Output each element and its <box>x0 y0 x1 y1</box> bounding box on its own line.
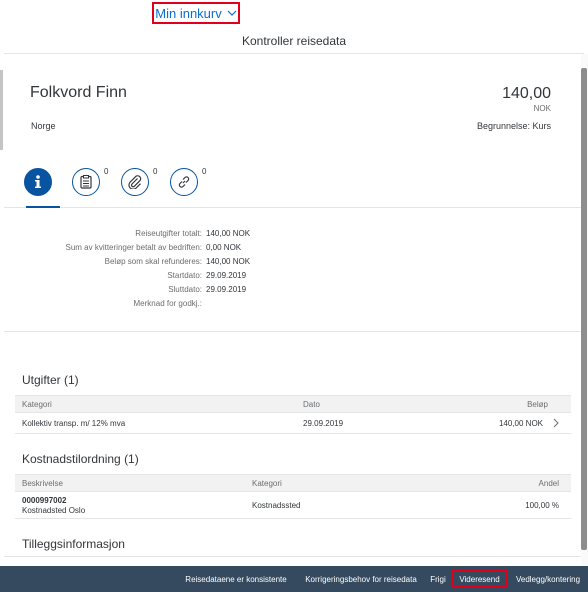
correction-needed-button[interactable]: Korrigeringsbehov for reisedata <box>298 570 424 588</box>
info-value: 140,00 NOK <box>206 257 251 266</box>
cost-object-share: 100,00 % <box>525 501 559 510</box>
forward-button[interactable]: Videresend <box>452 570 507 588</box>
cost-assignment-table-header: Beskrivelse Kategori Andel <box>15 474 571 492</box>
tab-links-count: 0 <box>202 167 207 176</box>
tab-receipts-count: 0 <box>104 167 109 176</box>
cost-assignment-title: Kostnadstilordning (1) <box>22 452 139 466</box>
cost-object-category: Kostnadssted <box>252 501 301 510</box>
page-header: Kontroller reisedata <box>4 28 584 54</box>
object-amount: 140,00 <box>502 85 551 102</box>
left-scroll-indicator <box>0 70 3 150</box>
footer-toolbar: Reisedataene er konsistente Korrigerings… <box>0 566 588 592</box>
column-header: Beløp <box>527 400 548 409</box>
info-row-start-date: Startdato: 29.09.2019 <box>4 271 581 284</box>
info-label: Startdato: <box>167 271 202 280</box>
tab-receipts[interactable]: 0 <box>72 167 108 196</box>
receipt-icon <box>80 175 92 189</box>
top-bar: Min innkurv <box>0 0 588 28</box>
table-row[interactable]: Kollektiv transp. m/ 12% mva 29.09.2019 … <box>15 413 571 434</box>
vertical-scrollbar[interactable] <box>581 54 588 566</box>
tab-attachments-count: 0 <box>153 167 158 176</box>
chevron-down-icon <box>227 10 237 16</box>
section-divider <box>4 331 581 332</box>
info-value: 140,00 NOK <box>206 229 251 238</box>
info-icon <box>31 174 45 190</box>
expense-date: 29.09.2019 <box>303 419 344 428</box>
attachment-account-button[interactable]: Vedlegg/kontering <box>510 570 586 588</box>
expenses-table-header: Kategori Dato Beløp <box>15 395 571 413</box>
column-header: Dato <box>303 400 320 409</box>
scrollbar-thumb[interactable] <box>581 68 587 550</box>
info-label: Reiseutgifter totalt: <box>135 229 202 238</box>
data-consistent-button[interactable]: Reisedataene er konsistente <box>178 570 294 588</box>
object-title: Folkvord Finn <box>30 84 127 101</box>
info-value: 29.09.2019 <box>206 271 247 280</box>
cost-object-code: 0000997002 <box>22 496 67 505</box>
table-row[interactable]: 0000997002 Kostnadsted Oslo Kostnadssted… <box>15 492 571 519</box>
info-row-approver-note: Merknad for godkj.: <box>4 299 581 312</box>
icon-tab-bar: 0 0 0 <box>4 150 581 208</box>
chevron-right-icon <box>553 418 559 428</box>
menu-label: Min innkurv <box>155 5 222 21</box>
info-value: 29.09.2019 <box>206 285 247 294</box>
expense-category: Kollektiv transp. m/ 12% mva <box>22 419 126 428</box>
info-label: Sum av kvitteringer betalt av bedriften: <box>65 243 202 252</box>
column-header: Andel <box>538 479 559 488</box>
info-label: Merknad for godkj.: <box>133 299 202 308</box>
my-inbox-menu-button[interactable]: Min innkurv <box>152 2 240 24</box>
expense-amount: 140,00 NOK <box>498 419 543 428</box>
tab-attachments[interactable]: 0 <box>121 167 157 196</box>
release-button[interactable]: Frigi <box>427 570 449 588</box>
info-row-refund: Beløp som skal refunderes: 140,00 NOK <box>4 257 581 270</box>
column-header: Kategori <box>22 400 52 409</box>
tab-info[interactable] <box>24 168 52 196</box>
page-title: Kontroller reisedata <box>241 33 347 48</box>
cost-object-description: Kostnadsted Oslo <box>22 506 86 515</box>
section-divider <box>4 556 581 557</box>
object-country: Norge <box>31 121 56 131</box>
info-label: Sluttdato: <box>168 285 202 294</box>
link-icon <box>177 175 191 189</box>
paperclip-icon <box>128 175 142 189</box>
expenses-title: Utgifter (1) <box>22 373 79 387</box>
active-tab-indicator <box>26 206 60 208</box>
info-row-end-date: Sluttdato: 29.09.2019 <box>4 285 581 298</box>
info-row-company-paid: Sum av kvitteringer betalt av bedriften:… <box>4 243 581 256</box>
column-header: Kategori <box>252 479 282 488</box>
tab-links[interactable]: 0 <box>170 167 206 196</box>
additional-info-title: Tilleggsinformasjon <box>22 537 125 551</box>
info-value: 0,00 NOK <box>206 243 242 252</box>
info-row-total: Reiseutgifter totalt: 140,00 NOK <box>4 229 581 242</box>
object-reason: Begrunnelse: Kurs <box>476 121 551 131</box>
info-label: Beløp som skal refunderes: <box>104 257 202 266</box>
column-header: Beskrivelse <box>22 479 63 488</box>
object-currency: NOK <box>533 104 551 113</box>
